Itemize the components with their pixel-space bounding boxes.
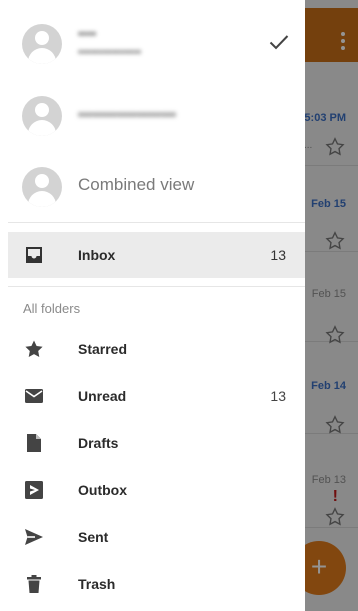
account-item[interactable]: •••• •••••••••••••••: [0, 12, 305, 76]
envelope-icon: [25, 389, 43, 403]
outbox-icon: [25, 481, 43, 499]
folder-label: Unread: [78, 388, 127, 404]
divider: [8, 222, 305, 223]
avatar-icon: [22, 167, 62, 207]
folder-item-outbox[interactable]: Outbox: [0, 467, 305, 514]
folder-item-drafts[interactable]: Drafts: [0, 420, 305, 467]
folder-label: Trash: [78, 576, 116, 592]
account-name: ••••: [78, 26, 97, 41]
account-email: •••••••••••••••: [78, 45, 142, 59]
send-icon: [25, 529, 43, 545]
combined-view-label: Combined view: [78, 175, 195, 194]
unread-count: 13: [270, 388, 286, 404]
folder-label: Drafts: [78, 435, 119, 451]
folder-item-starred[interactable]: Starred: [0, 326, 305, 373]
star-icon: [25, 340, 43, 357]
avatar-icon: [22, 24, 62, 64]
inbox-icon: [26, 247, 42, 263]
section-title: All folders: [23, 301, 81, 316]
folder-label: Starred: [78, 341, 128, 357]
folder-item-trash[interactable]: Trash: [0, 561, 305, 608]
account-item[interactable]: ••••••••••••••••••••: [0, 84, 305, 148]
account-email: ••••••••••••••••••••: [78, 106, 177, 122]
folder-item-inbox[interactable]: Inbox 13: [8, 232, 305, 278]
folder-label: Sent: [78, 529, 109, 545]
checkmark-icon: [269, 35, 289, 50]
combined-view-item[interactable]: Combined view: [0, 155, 305, 219]
folder-item-sent[interactable]: Sent: [0, 514, 305, 561]
divider: [8, 286, 305, 287]
folder-label: Outbox: [78, 482, 127, 498]
draft-file-icon: [27, 434, 41, 452]
avatar-icon: [22, 96, 62, 136]
trash-icon: [27, 575, 41, 593]
folder-item-unread[interactable]: Unread 13: [0, 373, 305, 420]
folder-label: Inbox: [78, 247, 116, 263]
navigation-drawer: •••• ••••••••••••••• •••••••••••••••••••…: [0, 0, 305, 611]
unread-count: 13: [270, 247, 286, 263]
